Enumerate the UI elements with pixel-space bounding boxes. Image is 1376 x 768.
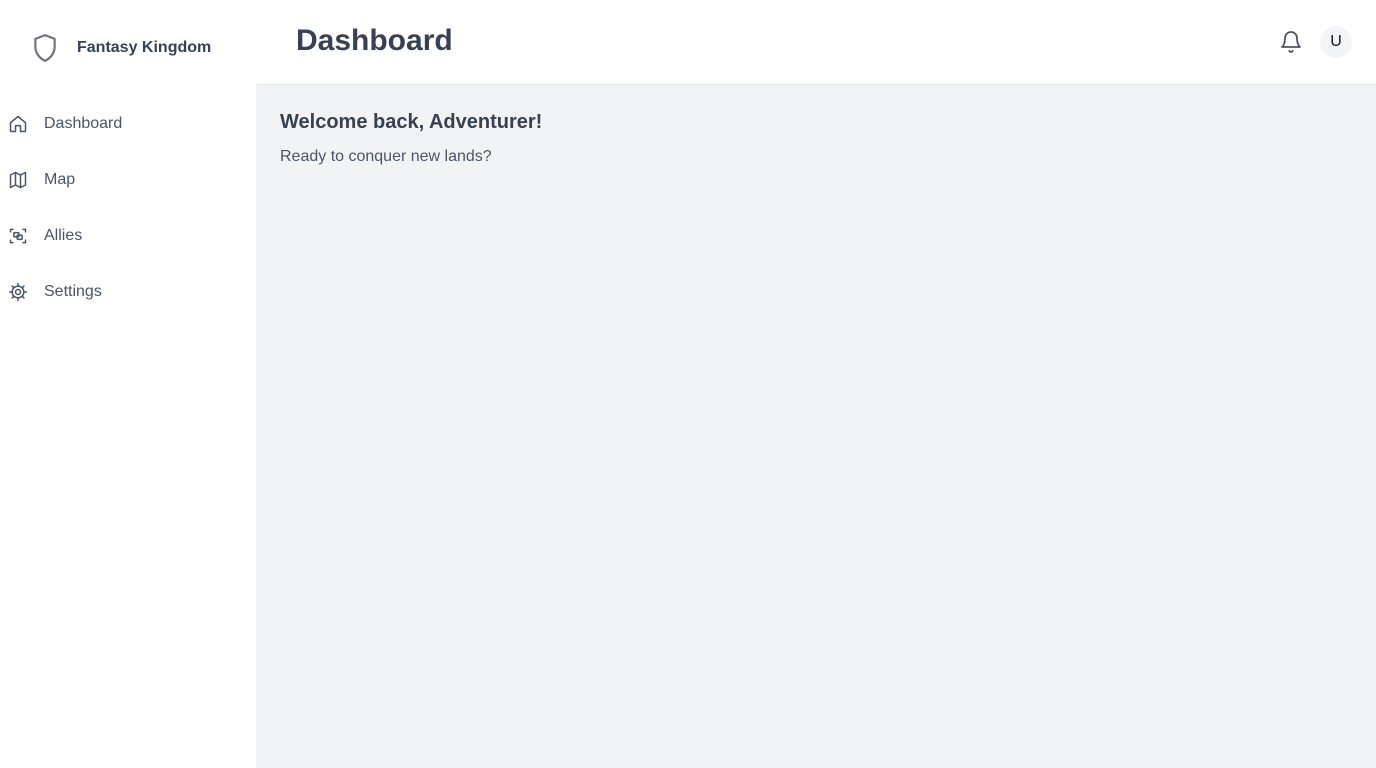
sidebar-item-allies[interactable]: Allies bbox=[0, 208, 256, 264]
sidebar-item-label: Settings bbox=[44, 283, 102, 300]
welcome-subtitle: Ready to conquer new lands? bbox=[280, 148, 492, 165]
map-icon bbox=[8, 170, 28, 190]
avatar[interactable]: U bbox=[1320, 26, 1352, 58]
home-icon bbox=[8, 114, 28, 134]
page-title: Dashboard bbox=[296, 24, 453, 57]
sidebar-item-label: Allies bbox=[44, 227, 83, 244]
sidebar-item-label: Map bbox=[44, 171, 76, 188]
sidebar-item-map[interactable]: Map bbox=[0, 152, 256, 208]
gear-icon bbox=[8, 282, 28, 302]
brand[interactable]: Fantasy Kingdom bbox=[0, 0, 256, 96]
sidebar-item-label: Dashboard bbox=[44, 115, 123, 132]
sidebar-nav: Dashboard Map Allies Settings bbox=[0, 96, 256, 320]
welcome-title: Welcome back, Adventurer! bbox=[280, 111, 543, 133]
sidebar-item-dashboard[interactable]: Dashboard bbox=[0, 96, 256, 152]
app-shell: Fantasy Kingdom Dashboard Map Allies Set… bbox=[0, 0, 1376, 768]
header-actions: U bbox=[1278, 26, 1352, 58]
top-header: Dashboard U bbox=[256, 0, 1376, 85]
dashboard-content: Welcome back, Adventurer! Ready to conqu… bbox=[256, 85, 1376, 768]
bell-icon[interactable] bbox=[1278, 29, 1304, 55]
main-area: Dashboard U Welcome back, Adventurer! Re… bbox=[256, 0, 1376, 768]
allies-icon bbox=[8, 226, 28, 246]
sidebar: Fantasy Kingdom Dashboard Map Allies Set… bbox=[0, 0, 256, 768]
sidebar-item-settings[interactable]: Settings bbox=[0, 264, 256, 320]
brand-name: Fantasy Kingdom bbox=[77, 39, 212, 56]
shield-icon bbox=[32, 33, 58, 63]
